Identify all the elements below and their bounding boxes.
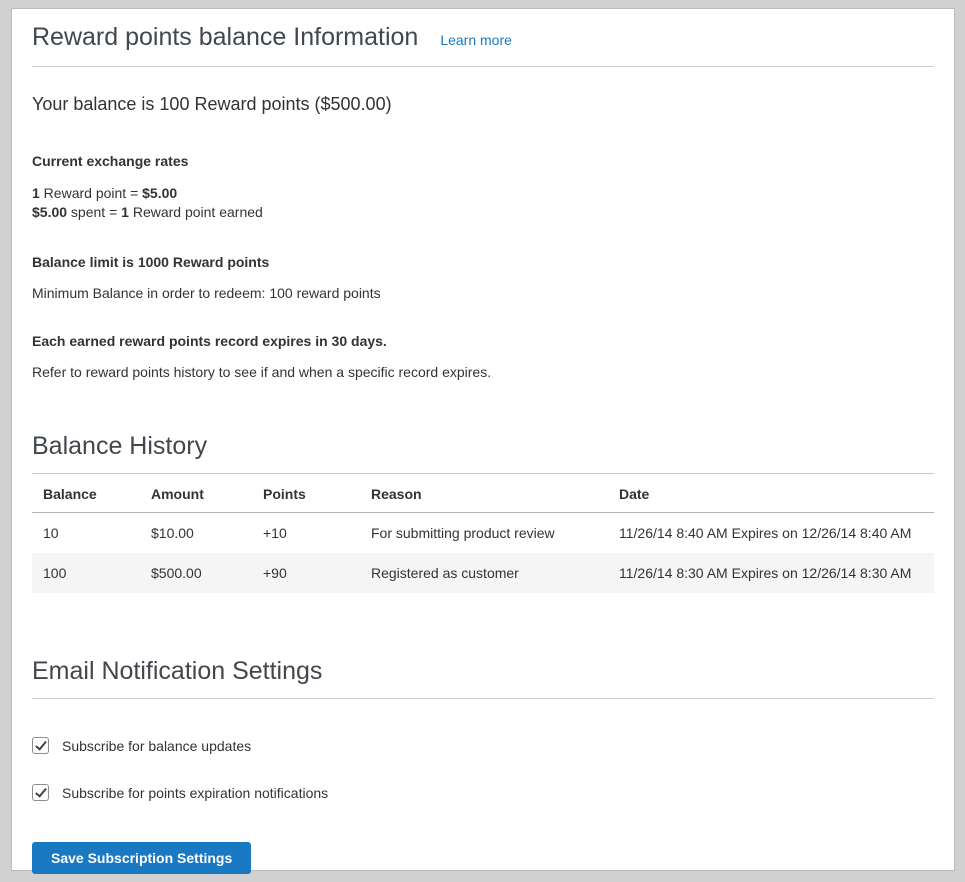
col-header-date: Date <box>608 474 934 513</box>
exchange-line2-bold1: $5.00 <box>32 204 67 220</box>
col-header-reason: Reason <box>360 474 608 513</box>
exchange-rate-line-spend: $5.00 spent = 1 Reward point earned <box>32 203 934 222</box>
balance-updates-label: Subscribe for balance updates <box>62 738 251 754</box>
cell-balance: 100 <box>32 553 140 593</box>
cell-date: 11/26/14 8:40 AM Expires on 12/26/14 8:4… <box>608 513 934 554</box>
col-header-amount: Amount <box>140 474 252 513</box>
cell-balance: 10 <box>32 513 140 554</box>
col-header-balance: Balance <box>32 474 140 513</box>
learn-more-link[interactable]: Learn more <box>440 32 512 48</box>
minimum-balance-note: Minimum Balance in order to redeem: 100 … <box>32 285 934 301</box>
exchange-line1-bold2: $5.00 <box>142 185 177 201</box>
exchange-rates-heading: Current exchange rates <box>32 153 934 169</box>
title-divider <box>32 66 934 67</box>
balance-summary: Your balance is 100 Reward points ($500.… <box>32 94 934 115</box>
subscribe-expiration-notifications-row[interactable]: Subscribe for points expiration notifica… <box>32 784 328 801</box>
table-header-row: Balance Amount Points Reason Date <box>32 474 934 513</box>
exchange-rates: 1 Reward point = $5.00 $5.00 spent = 1 R… <box>32 184 934 222</box>
page-header: Reward points balance Information Learn … <box>32 23 934 52</box>
cell-amount: $10.00 <box>140 513 252 554</box>
page-title: Reward points balance Information <box>32 23 418 52</box>
cell-points: +90 <box>252 553 360 593</box>
cell-reason: Registered as customer <box>360 553 608 593</box>
expiration-notifications-checkbox[interactable] <box>32 784 49 801</box>
table-row: 10 $10.00 +10 For submitting product rev… <box>32 513 934 554</box>
balance-limit-note: Balance limit is 1000 Reward points <box>32 254 934 270</box>
balance-history-heading: Balance History <box>32 432 934 474</box>
balance-updates-checkbox[interactable] <box>32 737 49 754</box>
exchange-rate-line-earn: 1 Reward point = $5.00 <box>32 184 934 203</box>
exchange-line1-text1: Reward point = <box>40 185 142 201</box>
exchange-line2-bold2: 1 <box>121 204 129 220</box>
exchange-line1-bold1: 1 <box>32 185 40 201</box>
cell-date: 11/26/14 8:30 AM Expires on 12/26/14 8:3… <box>608 553 934 593</box>
expiration-notifications-label: Subscribe for points expiration notifica… <box>62 785 328 801</box>
balance-history-table: Balance Amount Points Reason Date 10 $10… <box>32 474 934 593</box>
expiry-note: Each earned reward points record expires… <box>32 333 934 349</box>
page-background: { "colors": { "accent_blue": "#1979c3", … <box>0 0 965 882</box>
subscribe-balance-updates-row[interactable]: Subscribe for balance updates <box>32 737 251 754</box>
cell-reason: For submitting product review <box>360 513 608 554</box>
email-notification-settings-heading: Email Notification Settings <box>32 657 934 699</box>
exchange-line2-text1: spent = <box>67 204 121 220</box>
cell-points: +10 <box>252 513 360 554</box>
exchange-line2-text2: Reward point earned <box>129 204 263 220</box>
expiry-detail-note: Refer to reward points history to see if… <box>32 364 934 380</box>
reward-points-card: Reward points balance Information Learn … <box>11 8 955 871</box>
cell-amount: $500.00 <box>140 553 252 593</box>
col-header-points: Points <box>252 474 360 513</box>
save-subscription-settings-button[interactable]: Save Subscription Settings <box>32 842 251 874</box>
table-row: 100 $500.00 +90 Registered as customer 1… <box>32 553 934 593</box>
